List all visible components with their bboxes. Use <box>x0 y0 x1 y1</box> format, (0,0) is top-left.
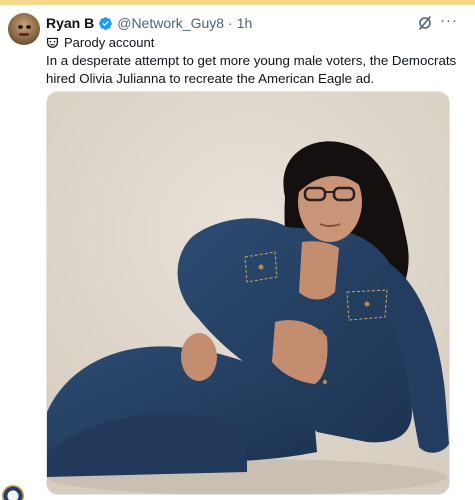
tweet-text: In a desperate attempt to get more young… <box>46 53 457 86</box>
parody-mask-icon <box>47 37 58 48</box>
separator-dot: · <box>228 15 233 31</box>
author-handle[interactable]: @Network_Guy8 <box>117 15 224 31</box>
tweet-media-image[interactable] <box>46 91 450 495</box>
parody-account-label: Parody account <box>46 34 154 50</box>
parody-label-text: Parody account <box>64 34 155 50</box>
more-options-icon[interactable]: ··· <box>440 13 458 29</box>
seal-logo-icon <box>2 485 24 500</box>
tweet[interactable]: Ryan B @Network_Guy8 · 1h ··· Parody acc… <box>0 5 475 500</box>
tweet-header: Ryan B @Network_Guy8 · 1h <box>46 14 252 32</box>
photo-illustration <box>47 92 449 494</box>
author-avatar[interactable] <box>8 13 40 45</box>
author-name[interactable]: Ryan B <box>46 15 94 31</box>
verified-badge-icon <box>99 16 113 30</box>
tweet-timestamp[interactable]: 1h <box>237 15 253 31</box>
grok-icon[interactable] <box>417 15 433 31</box>
